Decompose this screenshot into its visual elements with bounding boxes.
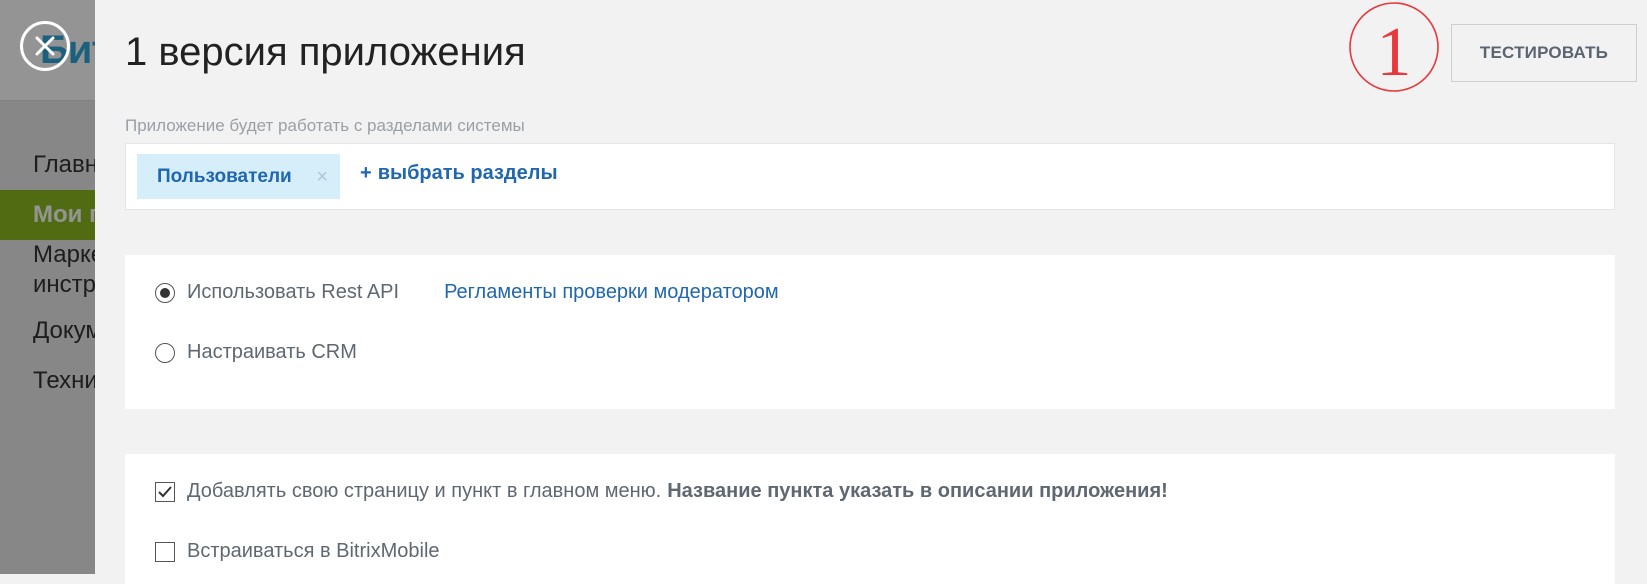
- bitrix-mobile-option[interactable]: Встраиваться в BitrixMobile: [155, 540, 440, 563]
- sections-label: Приложение будет работать с разделами си…: [125, 116, 525, 135]
- rest-api-radio[interactable]: [155, 282, 175, 303]
- add-sections-link[interactable]: + выбрать разделы: [360, 162, 558, 185]
- remove-tag-icon[interactable]: ×: [316, 166, 328, 189]
- crm-label: Настраивать CRM: [187, 341, 357, 363]
- bitrix-mobile-checkbox[interactable]: [155, 541, 175, 562]
- rest-api-option[interactable]: Использовать Rest API Регламенты проверк…: [155, 281, 779, 304]
- page-title: 1 версия приложения: [125, 30, 526, 74]
- add-page-note: Название пункта указать в описании прило…: [667, 480, 1168, 502]
- crm-radio[interactable]: [155, 342, 175, 363]
- sections-selector: Пользователи × + выбрать разделы: [125, 143, 1615, 210]
- crm-option[interactable]: Настраивать CRM: [155, 341, 357, 364]
- checkmark-icon: [158, 485, 172, 497]
- menu-options-card: Добавлять свою страницу и пункт в главно…: [125, 454, 1615, 584]
- section-tag-label: Пользователи: [157, 165, 292, 187]
- bitrix-mobile-label: Встраиваться в BitrixMobile: [187, 540, 440, 562]
- annotation-number: 1: [1377, 14, 1412, 91]
- rest-api-label: Использовать Rest API: [187, 281, 400, 303]
- moderator-rules-link[interactable]: Регламенты проверки модератором: [444, 281, 779, 304]
- dim-overlay: [0, 0, 100, 574]
- add-page-option[interactable]: Добавлять свою страницу и пункт в главно…: [155, 480, 1168, 503]
- add-page-label: Добавлять свою страницу и пункт в главно…: [187, 480, 662, 502]
- app-version-slider: 1 версия приложения 1 ТЕСТИРОВАТЬ Прилож…: [95, 0, 1647, 584]
- add-sections-label: выбрать разделы: [377, 162, 558, 184]
- test-button[interactable]: ТЕСТИРОВАТЬ: [1451, 24, 1637, 82]
- close-slider-button[interactable]: [20, 21, 70, 71]
- section-tag: Пользователи ×: [137, 154, 340, 199]
- plus-icon: +: [360, 162, 372, 184]
- annotation-circle: 1: [1349, 2, 1439, 92]
- close-icon: [35, 36, 55, 56]
- add-page-checkbox[interactable]: [155, 481, 175, 502]
- api-options-card: Использовать Rest API Регламенты проверк…: [125, 255, 1615, 409]
